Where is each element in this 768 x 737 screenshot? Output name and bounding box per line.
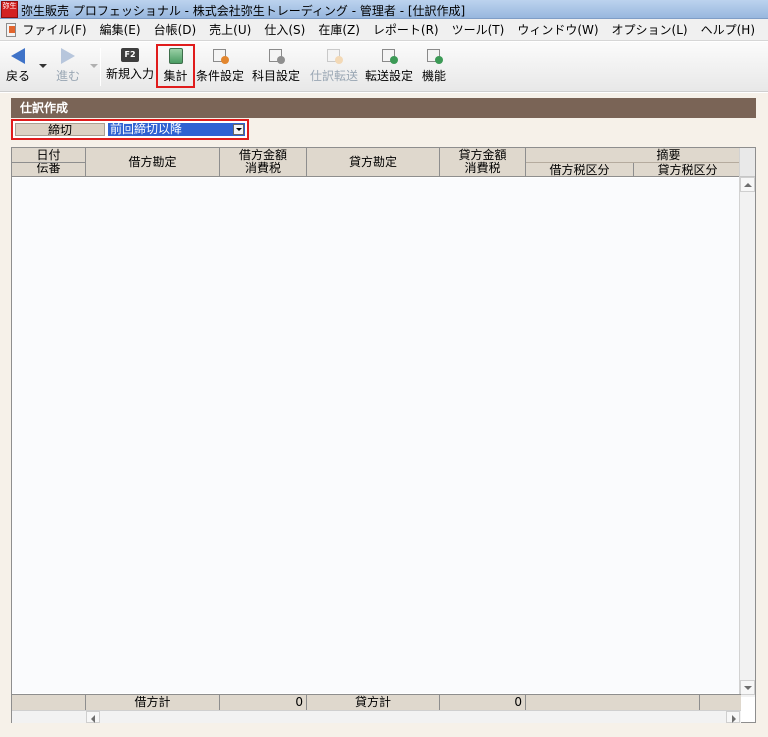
scroll-up-button[interactable]: [740, 177, 755, 192]
scrollbar-header-cap: [740, 148, 755, 177]
journal-grid: 日付 伝番 借方勘定 借方金額 消費税 貸方勘定 貸方金額 消費税 摘要 借方税…: [11, 147, 756, 723]
header-debit-account: 借方勘定: [128, 155, 177, 169]
back-dropdown-icon[interactable]: [39, 64, 47, 68]
forward-label: 進む: [55, 69, 80, 83]
function-button[interactable]: 機能: [419, 42, 449, 92]
back-button[interactable]: 戻る: [4, 42, 32, 92]
new-entry-button[interactable]: F2 新規入力: [105, 42, 155, 92]
cutoff-select[interactable]: 前回締切以降: [108, 123, 245, 136]
conditions-icon: [211, 48, 229, 64]
totals-row: 借方計 0 貸方計 0: [12, 694, 741, 710]
conditions-button[interactable]: 条件設定: [196, 42, 244, 92]
header-credit-account: 貸方勘定: [348, 155, 397, 169]
vertical-scrollbar[interactable]: [739, 148, 755, 697]
menu-window[interactable]: ウィンドウ(W): [517, 21, 598, 38]
header-memo: 摘要: [656, 148, 681, 162]
arrow-left-icon: [91, 715, 95, 723]
totals-memo-blank: [526, 695, 700, 710]
toolbar: 戻る 進む F2 新規入力 集計 条件設定 科目設定 仕訳転送 転送設定 機能: [0, 42, 768, 92]
scroll-down-button[interactable]: [740, 680, 755, 695]
arrow-down-icon: [744, 686, 752, 690]
credit-total-value: 0: [440, 695, 526, 710]
accounts-button[interactable]: 科目設定: [251, 42, 301, 92]
function-label: 機能: [421, 69, 446, 83]
arrow-right-icon: [732, 715, 736, 723]
scroll-left-button[interactable]: [86, 711, 100, 723]
credit-total-label: 貸方計: [307, 695, 440, 710]
menu-bar: ファイル(F) 編集(E) 台帳(D) 売上(U) 仕入(S) 在庫(Z) レポ…: [0, 19, 768, 41]
f2-key-icon: F2: [121, 48, 139, 62]
accounts-icon: [267, 48, 285, 64]
sum-highlight-box: [156, 44, 195, 88]
menu-ledger[interactable]: 台帳(D): [154, 21, 197, 38]
header-debit-account-cell: 借方勘定: [86, 148, 220, 177]
debit-total-label: 借方計: [86, 695, 220, 710]
header-credit-amount-cell: 貸方金額 消費税: [440, 148, 526, 177]
transfer-settings-button[interactable]: 転送設定: [365, 42, 413, 92]
cutoff-filter-row: 締切 前回締切以降: [11, 119, 249, 140]
menu-options[interactable]: オプション(L): [612, 21, 688, 38]
header-debit-tax: 消費税: [244, 161, 281, 175]
totals-blank: [12, 695, 86, 710]
grid-header: 日付 伝番 借方勘定 借方金額 消費税 貸方勘定 貸方金額 消費税 摘要 借方税…: [12, 148, 741, 177]
function-icon: [425, 48, 443, 64]
cutoff-label: 締切: [15, 123, 105, 136]
header-credit-account-cell: 貸方勘定: [307, 148, 440, 177]
menu-file[interactable]: ファイル(F): [22, 21, 86, 38]
transfer-settings-icon: [380, 48, 398, 64]
menu-inventory[interactable]: 在庫(Z): [318, 21, 360, 38]
horizontal-scrollbar[interactable]: [12, 710, 741, 723]
chevron-down-icon[interactable]: [233, 124, 244, 135]
menu-tools[interactable]: ツール(T): [452, 21, 505, 38]
journal-send-label: 仕訳転送: [309, 69, 358, 83]
forward-dropdown-icon[interactable]: [90, 64, 98, 68]
forward-arrow-icon: [61, 48, 75, 64]
menu-report[interactable]: レポート(R): [373, 21, 439, 38]
header-credit-tax: 消費税: [464, 161, 501, 175]
transfer-settings-label: 転送設定: [365, 69, 414, 83]
debit-total-value: 0: [220, 695, 307, 710]
conditions-label: 条件設定: [196, 69, 245, 83]
accounts-label: 科目設定: [251, 69, 300, 83]
header-credit-tax-class: 貸方税区分: [657, 163, 718, 177]
window-title: 弥生販売 プロフェッショナル - 株式会社弥生トレーディング - 管理者 - […: [21, 4, 466, 18]
arrow-up-icon: [744, 183, 752, 187]
back-label: 戻る: [5, 69, 30, 83]
menu-edit[interactable]: 編集(E): [100, 21, 141, 38]
header-divider: [12, 162, 85, 163]
menu-sales[interactable]: 売上(U): [209, 21, 251, 38]
header-debit-tax-class-cell: 借方税区分: [526, 163, 634, 177]
grid-body[interactable]: [12, 178, 741, 693]
section-title: 仕訳作成: [11, 98, 756, 118]
new-entry-label: 新規入力: [105, 67, 154, 81]
header-debit-amount-cell: 借方金額 消費税: [220, 148, 307, 177]
header-slip-no: 伝番: [36, 161, 61, 175]
document-icon[interactable]: [6, 22, 17, 37]
scroll-right-button[interactable]: [726, 711, 740, 723]
header-debit-tax-class: 借方税区分: [549, 163, 610, 177]
menu-purchase[interactable]: 仕入(S): [264, 21, 305, 38]
journal-send-button[interactable]: 仕訳転送: [309, 42, 359, 92]
menu-help[interactable]: ヘルプ(H): [701, 21, 755, 38]
back-arrow-icon: [11, 48, 25, 64]
cutoff-select-value: 前回締切以降: [110, 122, 183, 136]
forward-button[interactable]: 進む: [52, 42, 84, 92]
toolbar-separator: [100, 48, 101, 86]
journal-send-icon: [325, 48, 343, 64]
app-icon: 弥生: [1, 1, 18, 18]
title-bar: 弥生 弥生販売 プロフェッショナル - 株式会社弥生トレーディング - 管理者 …: [0, 0, 768, 19]
header-credit-tax-class-cell: 貸方税区分: [634, 163, 741, 177]
